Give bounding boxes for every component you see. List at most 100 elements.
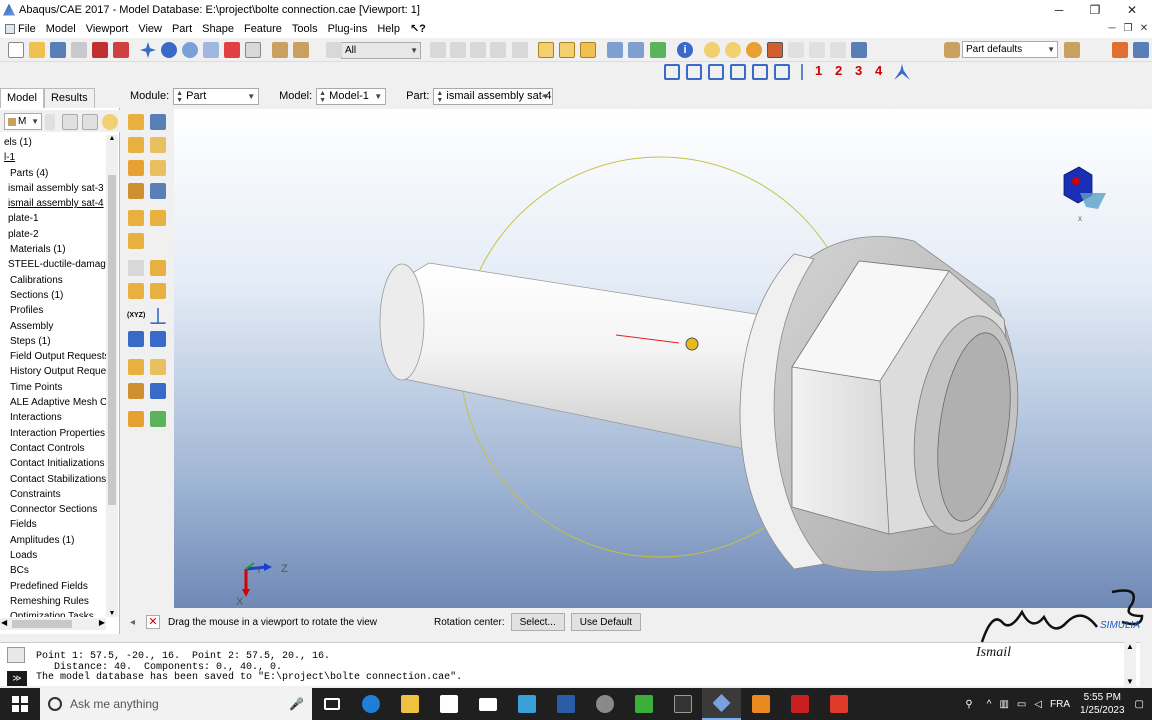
tree-item[interactable]: Fields <box>0 517 106 532</box>
tree-item[interactable]: ALE Adaptive Mesh Cc <box>0 395 106 410</box>
viewport[interactable]: x Z Y X <box>174 109 1152 608</box>
word-icon[interactable] <box>546 688 585 720</box>
battery-icon[interactable]: ▭ <box>1017 699 1026 710</box>
view-preset-4[interactable]: 4 <box>875 63 882 78</box>
prompt-cancel-icon[interactable]: ✕ <box>146 615 160 629</box>
output-database-icon[interactable] <box>92 42 108 58</box>
start-button[interactable] <box>0 688 40 720</box>
tree-item[interactable]: Predefined Fields <box>0 579 106 594</box>
camtasia-icon[interactable] <box>624 688 663 720</box>
stringer-icon[interactable] <box>150 359 166 375</box>
tree-item[interactable]: Materials (1) <box>0 242 106 257</box>
display-group-icon[interactable] <box>704 42 720 58</box>
render-style-combo[interactable]: Part defaults ▼ <box>962 41 1058 58</box>
taskbar-search[interactable]: Ask me anything 🎤 <box>40 688 312 720</box>
tools-icon[interactable] <box>767 42 783 58</box>
datum-point-icon[interactable] <box>128 233 144 249</box>
tree-item[interactable]: Loads <box>0 548 106 563</box>
scroll-up-icon[interactable]: ▲ <box>106 135 118 142</box>
layout-right-icon[interactable] <box>1133 42 1149 58</box>
query-geometry-icon[interactable] <box>128 383 144 399</box>
tree-item[interactable]: Contact Initializations <box>0 456 106 471</box>
tree-item[interactable]: plate-1 <box>0 211 106 226</box>
tree-item[interactable]: Contact Stabilizations <box>0 472 106 487</box>
assign-icon[interactable] <box>128 411 144 427</box>
tree-item[interactable]: Sections (1) <box>0 288 106 303</box>
menu-plugins[interactable]: Plug-ins <box>323 23 373 35</box>
selection-filter-combo[interactable]: All ▼ <box>341 42 421 59</box>
save-icon[interactable] <box>50 42 66 58</box>
mesh-part-icon[interactable] <box>150 411 166 427</box>
top-view-icon[interactable] <box>580 42 596 58</box>
part-combo[interactable]: ▲ ▼ ismail assembly sat-4 ▼ <box>433 87 554 105</box>
restore-button[interactable]: ❐ <box>1077 0 1113 19</box>
datum-axis-icon[interactable] <box>150 308 166 324</box>
scroll-down-icon[interactable]: ▼ <box>106 610 118 617</box>
tab-model[interactable]: Model <box>0 88 44 108</box>
tree-item[interactable]: plate-2 <box>0 227 106 242</box>
tree-item[interactable]: Constraints <box>0 487 106 502</box>
cycle-views-icon[interactable] <box>245 42 261 58</box>
reference-point-icon[interactable] <box>150 331 166 347</box>
menu-model[interactable]: Model <box>41 23 81 35</box>
tree-horizontal-scrollbar[interactable]: ◀ ▶ <box>0 618 106 630</box>
view-x-icon[interactable] <box>664 64 680 80</box>
create-shell-icon[interactable] <box>150 137 166 153</box>
magnify-icon[interactable] <box>182 42 198 58</box>
network-icon[interactable]: ▥ <box>999 699 1008 710</box>
tree-item[interactable]: History Output Reques <box>0 364 106 379</box>
select-arrow-icon[interactable] <box>326 42 342 58</box>
menu-help[interactable]: Help <box>372 23 405 35</box>
select-edges-icon[interactable] <box>450 42 466 58</box>
zoom-box-icon[interactable] <box>203 42 219 58</box>
scroll-left-icon[interactable]: ◀ <box>1 618 7 627</box>
select-vertices-icon[interactable] <box>512 42 528 58</box>
message-scroll-down-icon[interactable]: ▼ <box>1124 677 1136 686</box>
view-preset-2[interactable]: 2 <box>835 63 842 78</box>
model-combo[interactable]: ▲ ▼ Model-1 ▼ <box>316 87 387 105</box>
tree-updown-icon[interactable] <box>45 114 55 130</box>
tree-item[interactable]: Steps (1) <box>0 334 106 349</box>
replace-selected-icon[interactable] <box>725 42 741 58</box>
minimize-button[interactable]: ─ <box>1041 0 1077 19</box>
create-wire-icon[interactable] <box>128 160 144 176</box>
create-cut-icon[interactable] <box>150 160 166 176</box>
app-icon-gear[interactable] <box>585 688 624 720</box>
scroll-thumb[interactable] <box>108 175 116 505</box>
tree-filter-combo[interactable]: M ▼ <box>4 113 42 130</box>
store-icon[interactable] <box>429 688 468 720</box>
mdi-restore-icon[interactable]: ❐ <box>1120 19 1136 38</box>
app-icon-red[interactable] <box>819 688 858 720</box>
measure-icon[interactable] <box>293 42 309 58</box>
prompt-back-icon[interactable]: ◂ <box>130 617 142 628</box>
select-cells-icon[interactable] <box>490 42 506 58</box>
view-cube-icon[interactable] <box>1063 166 1106 209</box>
menu-file[interactable]: File <box>0 23 41 35</box>
menu-feature[interactable]: Feature <box>239 23 287 35</box>
view-preset-3[interactable]: 3 <box>855 63 862 78</box>
add-selected-icon[interactable] <box>746 42 762 58</box>
query-icon[interactable] <box>272 42 288 58</box>
tree-item[interactable]: Parts (4) <box>0 166 106 181</box>
mail-icon[interactable] <box>468 688 507 720</box>
tree-item[interactable]: ismail assembly sat-4 <box>0 196 106 211</box>
use-default-button[interactable]: Use Default <box>570 613 641 631</box>
people-icon[interactable]: ⚲ <box>965 699 972 710</box>
module-combo[interactable]: ▲ ▼ Part ▼ <box>173 87 260 105</box>
skin-icon[interactable] <box>128 359 144 375</box>
menu-part[interactable]: Part <box>167 23 197 35</box>
partition-face-icon[interactable] <box>128 210 144 226</box>
show-hidden-icons[interactable]: ^ <box>987 699 992 710</box>
tree-highlight-icon[interactable] <box>102 114 118 130</box>
menu-view[interactable]: View <box>133 23 167 35</box>
create-round-icon[interactable] <box>128 183 144 199</box>
tree-item[interactable]: l-1 <box>0 150 106 165</box>
notifications-icon[interactable]: ▢ <box>1135 699 1144 710</box>
virtual-topology-icon[interactable] <box>128 283 144 299</box>
volume-icon[interactable]: ◁ <box>1034 699 1042 710</box>
tree-item[interactable]: STEEL-ductile-damage <box>0 257 106 272</box>
view-axis-icon[interactable] <box>801 64 803 80</box>
datum-csys-label[interactable]: (XYZ) <box>127 312 145 319</box>
front-view-icon[interactable] <box>559 42 575 58</box>
render-style-icon[interactable] <box>944 42 960 58</box>
